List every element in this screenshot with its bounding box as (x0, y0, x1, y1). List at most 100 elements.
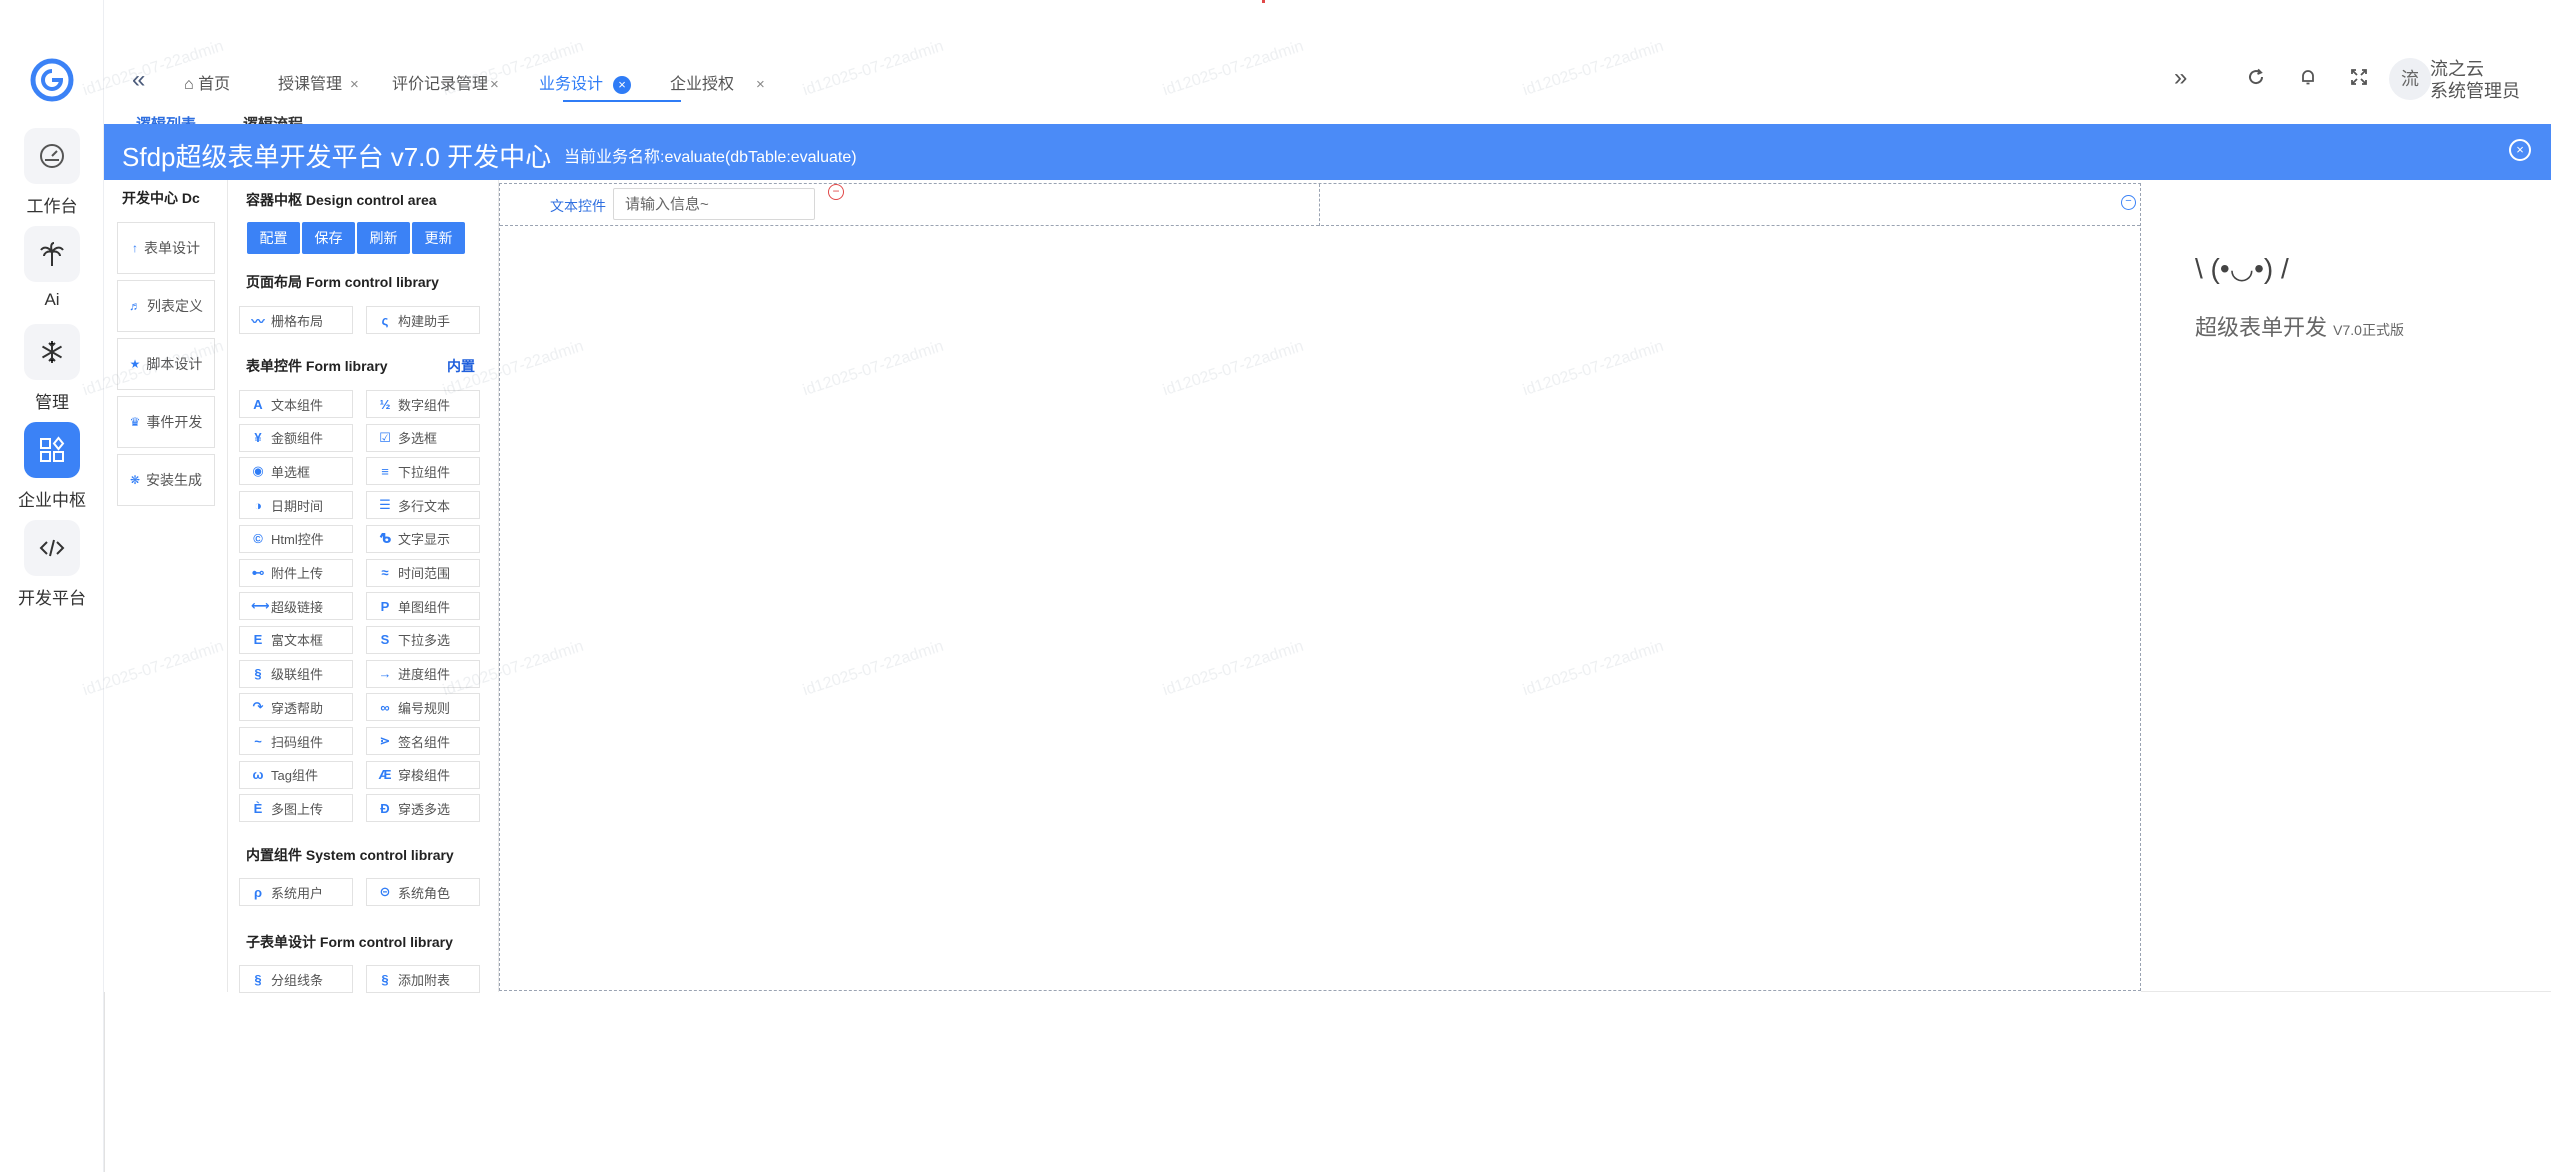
form-row[interactable]: 文本控件 − − (500, 184, 2140, 226)
form-design-button[interactable]: ↑ 表单设计 (117, 222, 215, 274)
component-1[interactable]: ς 构建助手 (366, 306, 480, 334)
component-label: 扫码组件 (271, 734, 324, 750)
org-name: 流之云 (2430, 59, 2484, 79)
app-logo-icon[interactable] (30, 58, 74, 102)
component-icon: ⊷ (251, 564, 265, 580)
component-icon: ⟷ (251, 598, 270, 614)
refresh-icon[interactable] (2247, 68, 2265, 91)
rail-item-devplatform[interactable]: 开发平台 (0, 520, 104, 618)
left-rail: 工作台 Ai 管理 企业中枢 开发平台 (0, 0, 104, 1172)
close-icon[interactable]: × (756, 76, 765, 93)
component-16[interactable]: § 级联组件 (239, 659, 353, 688)
rail-item-workbench[interactable]: 工作台 (0, 128, 104, 226)
component-12[interactable]: ⟷ 超级链接 (239, 592, 353, 621)
close-circle-icon[interactable]: × (613, 75, 632, 94)
close-icon[interactable]: × (350, 76, 359, 93)
component-2[interactable]: ¥ 金额组件 (239, 423, 353, 452)
component-1[interactable]: ⊝ 系统角色 (366, 878, 480, 906)
component-icon: § (254, 666, 262, 682)
update-button[interactable]: 更新 (412, 222, 465, 254)
component-label: 分组线条 (271, 972, 324, 988)
component-7[interactable]: ☰ 多行文本 (366, 491, 480, 520)
component-label: 金额组件 (271, 431, 324, 447)
component-10[interactable]: ⊷ 附件上传 (239, 558, 353, 587)
component-24[interactable]: È 多图上传 (239, 794, 353, 823)
tab-bar: « ⌂ 首页 授课管理× 评价记录管理× 业务设计 × 企业授权× » 流 (104, 50, 2551, 112)
component-14[interactable]: E 富文本框 (239, 625, 353, 654)
tab-business-design[interactable]: 业务设计 × (539, 70, 632, 94)
flower-icon: ❋ (129, 473, 141, 487)
script-design-button[interactable]: ★ 脚本设计 (117, 338, 215, 390)
remove-row-icon[interactable]: − (2121, 195, 2136, 210)
system-library-title: 内置组件 System control library (246, 847, 454, 863)
component-1[interactable]: § 添加附表 (366, 965, 480, 993)
component-20[interactable]: ~ 扫码组件 (239, 727, 353, 755)
install-generate-button[interactable]: ❋ 安装生成 (117, 454, 215, 506)
component-0[interactable]: A 文本组件 (239, 390, 353, 418)
component-icon: È (253, 800, 263, 816)
tab-course-manage[interactable]: 授课管理 × (278, 70, 359, 94)
component-21[interactable]: ⋗ 签名组件 (366, 727, 480, 755)
component-icon: § (381, 971, 389, 987)
component-17[interactable]: → 进度组件 (366, 659, 480, 688)
design-canvas[interactable]: 文本控件 − − (499, 183, 2141, 991)
business-name: 当前业务名称:evaluate(dbTable:evaluate) (564, 149, 857, 166)
component-label: 下拉组件 (398, 464, 451, 480)
component-25[interactable]: Ð 穿透多选 (366, 794, 480, 823)
subform-library-title: 子表单设计 Form control library (246, 934, 453, 950)
component-label: 多图上传 (271, 801, 324, 817)
builtin-link[interactable]: 内置 (447, 356, 475, 376)
component-4[interactable]: ◉ 单选框 (239, 457, 353, 486)
list-define-button[interactable]: ♬ 列表定义 (117, 280, 215, 332)
designer-title: Sfdp超级表单开发平台 v7.0 开发中心 (122, 142, 552, 172)
component-19[interactable]: ∞ 编号规则 (366, 693, 480, 722)
component-23[interactable]: Æ 穿梭组件 (366, 760, 480, 789)
component-0[interactable]: ρ 系统用户 (239, 878, 353, 906)
component-icon: ⋗ (379, 733, 391, 748)
rail-item-manage[interactable]: 管理 (0, 324, 104, 422)
form-cell[interactable]: 文本控件 − (500, 184, 1320, 226)
rail-item-ai[interactable]: Ai (0, 226, 104, 324)
component-1[interactable]: ½ 数字组件 (366, 390, 480, 418)
component-22[interactable]: ω Tag组件 (239, 760, 353, 789)
component-13[interactable]: P 单图组件 (366, 592, 480, 621)
tab-eval-records[interactable]: 评价记录管理 × (392, 70, 499, 94)
component-icon: ¥ (254, 430, 262, 446)
remove-field-icon[interactable]: − (828, 184, 844, 200)
palm-icon (24, 226, 80, 282)
tab-home[interactable]: ⌂ 首页 (184, 70, 230, 94)
component-11[interactable]: ≈ 时间范围 (366, 558, 480, 587)
fullscreen-icon[interactable] (2350, 68, 2368, 91)
component-icon: Ð (380, 800, 390, 816)
component-9[interactable]: ᕹ 文字显示 (366, 524, 480, 553)
component-0[interactable]: 〰栅格布局 (239, 306, 353, 334)
user-info[interactable]: 流之云 系统管理员 (2430, 58, 2520, 102)
component-5[interactable]: ≡ 下拉组件 (366, 457, 480, 486)
config-button[interactable]: 配置 (247, 222, 300, 254)
more-tabs-icon[interactable]: » (2174, 64, 2187, 92)
crown-icon: ♛ (129, 415, 141, 429)
refresh-button[interactable]: 刷新 (357, 222, 410, 254)
close-designer-icon[interactable]: × (2509, 139, 2531, 161)
dashboard-icon (24, 128, 80, 184)
tab-enterprise-auth[interactable]: 企业授权 × (670, 70, 765, 94)
component-3[interactable]: ☑ 多选框 (366, 423, 480, 452)
event-dev-button[interactable]: ♛ 事件开发 (117, 396, 215, 448)
active-tab-indicator (563, 100, 681, 102)
bell-icon[interactable] (2299, 68, 2317, 91)
text-field-input[interactable] (613, 188, 815, 220)
avatar[interactable]: 流 (2389, 58, 2431, 100)
component-15[interactable]: S 下拉多选 (366, 625, 480, 654)
component-icon: ◑ (254, 497, 262, 513)
component-icon: ς (381, 312, 389, 328)
save-button[interactable]: 保存 (302, 222, 355, 254)
component-0[interactable]: § 分组线条 (239, 965, 353, 993)
component-6[interactable]: ◑ 日期时间 (239, 491, 353, 520)
close-icon[interactable]: × (490, 76, 499, 93)
tab-label: 业务设计 (539, 76, 604, 93)
component-18[interactable]: ↷ 穿透帮助 (239, 693, 353, 722)
component-8[interactable]: © Html控件 (239, 524, 353, 553)
rail-item-enterprise[interactable]: 企业中枢 (0, 422, 104, 520)
collapse-sidebar-icon[interactable]: « (132, 66, 145, 94)
rail-label: Ai (44, 290, 60, 309)
